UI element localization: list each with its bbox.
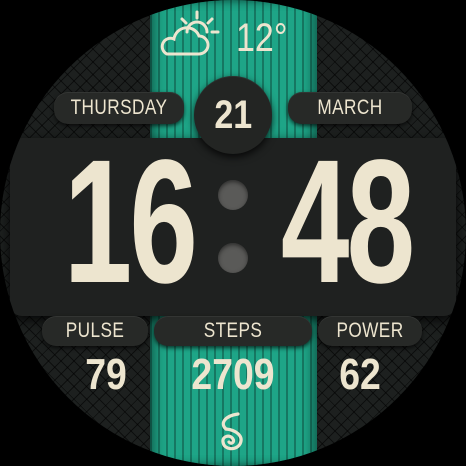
time-hours: 16	[63, 124, 198, 320]
weekday-label: THURSDAY	[70, 96, 168, 119]
temperature-value[interactable]: 12°	[236, 14, 287, 62]
time-colon-top-dot	[218, 180, 248, 210]
day-number: 21	[214, 92, 252, 137]
steps-value[interactable]: 2709	[171, 350, 295, 400]
steps-label: STEPS	[203, 319, 263, 342]
steps-pill[interactable]: STEPS	[154, 316, 312, 346]
time-colon-bottom-dot	[218, 243, 248, 273]
pulse-label: PULSE	[65, 319, 125, 342]
partly-sunny-cloud-icon[interactable]	[157, 10, 221, 60]
watch-face: 12° THURSDAY MARCH 21 16 48 PULSE STEPS …	[0, 0, 466, 466]
time-minutes: 48	[280, 124, 415, 320]
power-pill[interactable]: POWER	[318, 316, 422, 346]
power-value[interactable]: 62	[324, 350, 395, 400]
month-label: MARCH	[317, 96, 383, 119]
pulse-value[interactable]: 79	[70, 350, 141, 400]
dial-background: 12° THURSDAY MARCH 21 16 48 PULSE STEPS …	[0, 0, 466, 466]
power-label: POWER	[336, 319, 404, 342]
pulse-pill[interactable]: PULSE	[42, 316, 148, 346]
month-pill: MARCH	[288, 92, 412, 124]
spiral-logo-icon[interactable]	[214, 410, 252, 452]
day-badge[interactable]: 21	[194, 76, 272, 154]
weekday-pill: THURSDAY	[54, 92, 184, 124]
